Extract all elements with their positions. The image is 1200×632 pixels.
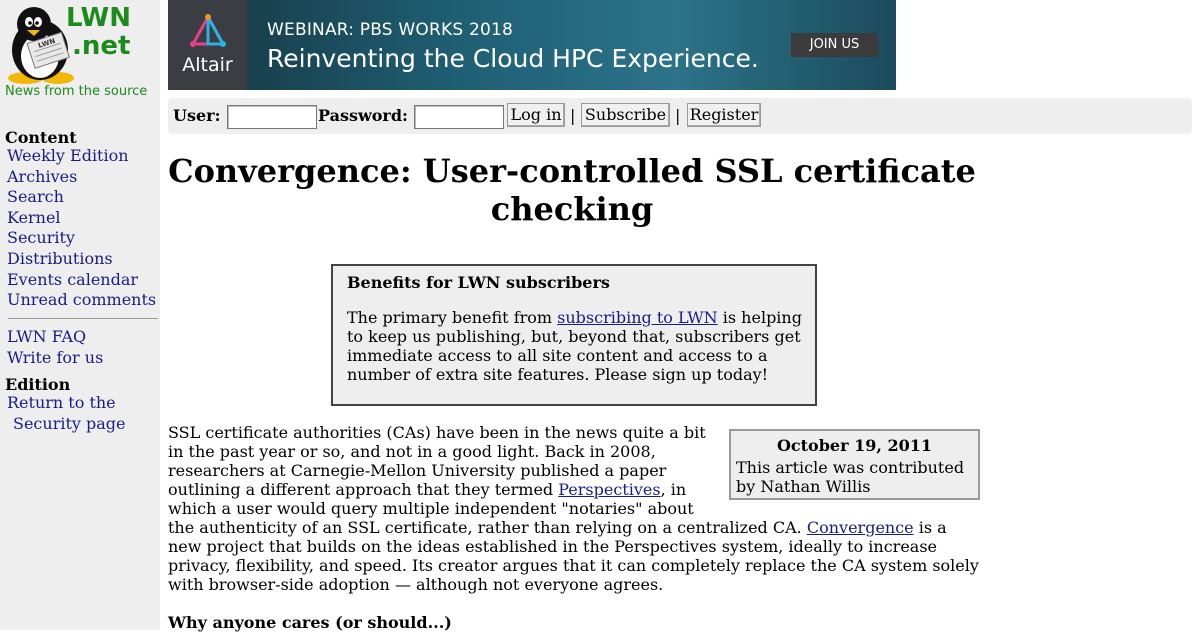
sidebar-item-unread-comments[interactable]: Unread comments [7,290,156,311]
content-nav: Weekly Edition Archives Search Kernel Securi… [7,146,156,311]
article-date: October 19, 2011 [776,436,933,455]
sidebar-item-search[interactable]: Search [7,187,156,208]
wordmark-line1: LWN [66,3,131,33]
edition-nav: Return to the Security page [7,393,126,434]
section-heading: Why anyone cares (or should...) [168,613,452,632]
nav-heading-content: Content [5,128,77,147]
altair-logo: Altair [168,0,247,90]
sidebar-item-lwn-faq[interactable]: LWN FAQ [7,327,103,348]
sidebar-item-label[interactable]: Distributions [7,249,113,268]
sidebar-item-label[interactable]: Write for us [7,348,103,367]
nav-heading-edition: Edition [5,375,71,394]
page-title: Convergence: User-controlled SSL certifi… [168,152,976,228]
sidebar-item-label[interactable]: Security [7,228,75,247]
login-button[interactable]: Log in [507,103,565,127]
subscriber-box-title: Benefits for LWN subscribers [347,273,610,292]
altair-logo-text: Altair [182,54,233,76]
user-label: User: [173,106,221,125]
site-tagline: News from the source [5,84,148,99]
sidebar-item-label[interactable]: Search [7,187,64,206]
login-bar: User: Password: Log in | Subscribe | Reg… [168,98,1192,134]
sidebar-item-events-calendar[interactable]: Events calendar [7,270,156,291]
sidebar-item-distributions[interactable]: Distributions [7,249,156,270]
altair-triangle-icon [190,14,226,47]
sidebar: LWN LWN .net News from the source Conten… [0,0,160,630]
sidebar-item-write-for-us[interactable]: Write for us [7,348,103,369]
subscriber-benefits-box: Benefits for LWN subscribers The primary… [331,264,817,406]
article-date-box: October 19, 2011 This article was contri… [729,429,980,500]
sidebar-item-security[interactable]: Security [7,228,156,249]
banner-kicker: WEBINAR: PBS WORKS 2018 [267,20,514,40]
password-label: Password: [318,106,408,125]
sidebar-item-label[interactable]: Unread comments [7,290,156,309]
subscribe-button[interactable]: Subscribe [581,103,670,127]
sidebar-item-archives[interactable]: Archives [7,167,156,188]
login-separator: | [675,106,681,125]
sidebar-item-label[interactable]: Events calendar [7,270,138,289]
sidebar-item-kernel[interactable]: Kernel [7,208,156,229]
sidebar-item-label[interactable]: LWN FAQ [7,327,86,346]
password-input[interactable] [414,105,504,129]
subscriber-box-text: The primary benefit from subscribing to … [347,308,807,384]
user-input[interactable] [227,105,317,129]
sidebar-item-weekly-edition[interactable]: Weekly Edition [7,146,156,167]
wordmark-line2: .net [72,31,131,61]
ad-banner[interactable]: Altair WEBINAR: PBS WORKS 2018 Reinventi… [168,0,896,90]
site-logo[interactable]: LWN LWN .net [2,2,158,86]
register-button[interactable]: Register [687,103,761,127]
login-separator: | [570,106,576,125]
site-wordmark: LWN .net [66,4,131,60]
convergence-link[interactable]: Convergence [807,518,914,537]
subscribe-link[interactable]: subscribing to LWN [557,308,718,327]
sidebar-item-label[interactable]: Kernel [7,208,61,227]
perspectives-link[interactable]: Perspectives [558,480,660,499]
sidebar-item-return-security[interactable]: Return to the Security page [7,393,126,434]
banner-headline: Reinventing the Cloud HPC Experience. [267,44,759,73]
article-credit: This article was contributed by Nathan W… [736,458,965,496]
extra-nav: LWN FAQ Write for us [7,327,103,368]
return-link-line2[interactable]: Security page [7,414,126,433]
sidebar-item-label[interactable]: Weekly Edition [7,146,129,165]
return-link-line1[interactable]: Return to the [7,393,116,412]
nav-divider [8,318,158,319]
sidebar-item-label[interactable]: Archives [7,167,77,186]
join-us-button[interactable]: JOIN US [791,33,878,57]
subscriber-text-start: The primary benefit from [347,308,558,327]
